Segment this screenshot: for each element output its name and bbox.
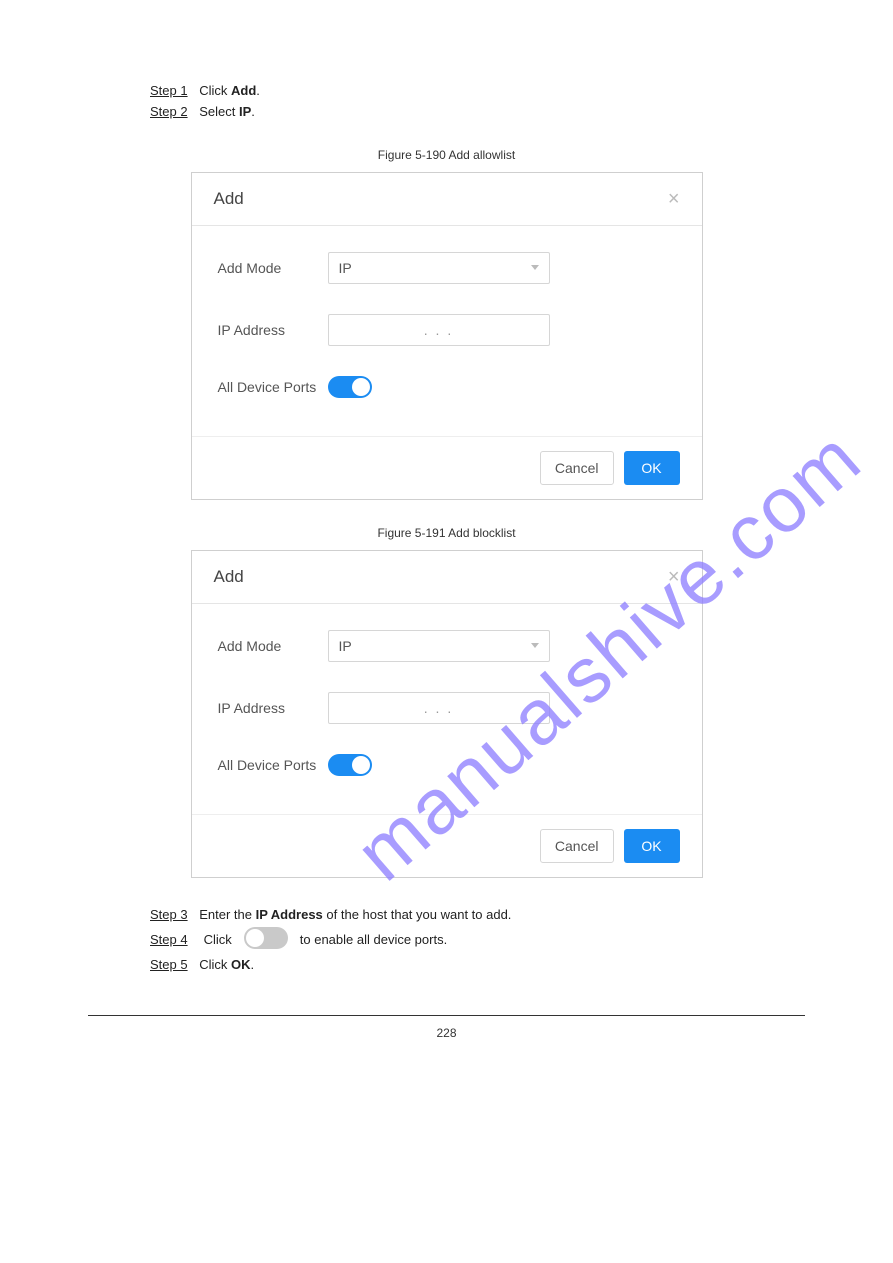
- all-ports-toggle-2[interactable]: [328, 754, 372, 776]
- step-5-label: Step 5: [150, 957, 188, 972]
- step-5-bold: OK: [231, 957, 251, 972]
- ip-address-input-2[interactable]: . . .: [328, 692, 550, 724]
- toggle-knob-2: [352, 756, 370, 774]
- chevron-down-icon-2: [531, 643, 539, 648]
- dialog-header-2: Add ×: [192, 551, 702, 604]
- close-icon[interactable]: ×: [668, 189, 680, 209]
- ip-address-input[interactable]: . . .: [328, 314, 550, 346]
- step-2-label: Step 2: [150, 104, 188, 119]
- all-ports-label-2: All Device Ports: [218, 757, 328, 773]
- step-5: Step 5 Click OK.: [150, 956, 805, 975]
- dialog-footer-2: Cancel OK: [192, 814, 702, 877]
- figure-caption-2: Figure 5-191 Add blocklist: [88, 526, 805, 540]
- footer-divider: [88, 1015, 805, 1016]
- add-mode-label: Add Mode: [218, 260, 328, 276]
- close-icon-2[interactable]: ×: [668, 567, 680, 587]
- toggle-knob: [352, 378, 370, 396]
- inline-toggle-icon: [244, 927, 288, 949]
- step-3-post: of the host that you want to add.: [323, 907, 512, 922]
- add-mode-label-2: Add Mode: [218, 638, 328, 654]
- add-mode-select-2[interactable]: IP: [328, 630, 550, 662]
- step-4-label: Step 4: [150, 931, 188, 950]
- ip-address-label: IP Address: [218, 322, 328, 338]
- dialog-body-2: Add Mode IP IP Address . . . All Device …: [192, 604, 702, 814]
- step-2-bold: IP: [239, 104, 251, 119]
- figure-caption-1: Figure 5-190 Add allowlist: [88, 148, 805, 162]
- all-ports-label: All Device Ports: [218, 379, 328, 395]
- step-2: Step 2 Select IP.: [150, 103, 805, 122]
- ip-dots-2: . . .: [424, 700, 453, 716]
- step-4: Step 4 Click to enable all device ports.: [150, 927, 805, 955]
- chevron-down-icon: [531, 265, 539, 270]
- step-4-note: to enable all device ports.: [300, 931, 447, 950]
- ip-dots: . . .: [424, 322, 453, 338]
- add-dialog-blocklist: Add × Add Mode IP IP Address . . . A: [191, 550, 703, 878]
- dialog-title-2: Add: [214, 567, 244, 587]
- add-mode-value-2: IP: [339, 638, 352, 654]
- dialog-title: Add: [214, 189, 244, 209]
- step-1-label: Step 1: [150, 83, 188, 98]
- dialog-footer: Cancel OK: [192, 436, 702, 499]
- add-dialog-allowlist: Add × Add Mode IP IP Address . . . A: [191, 172, 703, 500]
- ok-button[interactable]: OK: [624, 451, 680, 485]
- step-1-text-a: Click: [199, 83, 231, 98]
- step-5-pre: Click: [199, 957, 231, 972]
- add-mode-value: IP: [339, 260, 352, 276]
- dialog-body: Add Mode IP IP Address . . . All Device …: [192, 226, 702, 436]
- step-5-post: .: [251, 957, 255, 972]
- ok-button-2[interactable]: OK: [624, 829, 680, 863]
- all-ports-toggle[interactable]: [328, 376, 372, 398]
- cancel-button-2[interactable]: Cancel: [540, 829, 614, 863]
- step-1-bold: Add: [231, 83, 256, 98]
- step-3-label: Step 3: [150, 907, 188, 922]
- ip-address-label-2: IP Address: [218, 700, 328, 716]
- step-1-text-b: .: [256, 83, 260, 98]
- step-3-pre: Enter the: [199, 907, 255, 922]
- step-2-text-b: .: [251, 104, 255, 119]
- inline-toggle-knob: [246, 929, 264, 947]
- page-number: 228: [88, 1026, 805, 1040]
- step-1: Step 1 Click Add.: [150, 82, 805, 101]
- dialog-header: Add ×: [192, 173, 702, 226]
- step-3: Step 3 Enter the IP Address of the host …: [150, 906, 805, 925]
- step-3-bold: IP Address: [256, 907, 323, 922]
- add-mode-select[interactable]: IP: [328, 252, 550, 284]
- step-2-text-a: Select: [199, 104, 239, 119]
- cancel-button[interactable]: Cancel: [540, 451, 614, 485]
